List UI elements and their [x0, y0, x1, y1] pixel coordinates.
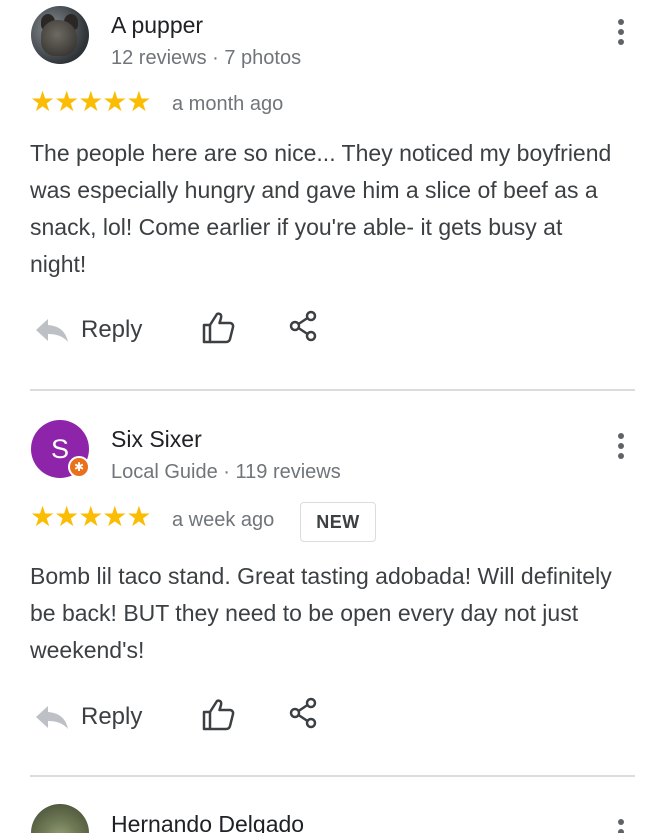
reviewer-name[interactable]: Hernando Delgado — [111, 811, 304, 833]
local-guide-star-icon: ✱ — [68, 456, 90, 478]
star-rating: ★★★★★ — [30, 86, 152, 117]
thumbs-up-icon[interactable] — [200, 697, 236, 733]
review-time: a month ago — [172, 93, 284, 115]
review-time: a week ago — [172, 509, 275, 531]
more-vert-icon[interactable] — [612, 16, 630, 48]
share-icon[interactable] — [288, 697, 320, 729]
reviewer-name[interactable]: A pupper — [111, 12, 203, 39]
reply-button[interactable]: Reply — [34, 312, 142, 348]
more-vert-icon[interactable] — [612, 430, 630, 462]
reply-label: Reply — [81, 316, 143, 343]
more-vert-icon[interactable] — [612, 816, 630, 833]
review-card: S ✱ Six Sixer Local Guide · 119 reviews … — [0, 390, 665, 775]
reviewer-meta: 12 reviews · 7 photos — [111, 47, 302, 69]
reviewer-meta: Local Guide · 119 reviews — [111, 461, 341, 483]
reply-arrow-icon — [36, 706, 68, 729]
avatar[interactable] — [31, 804, 89, 833]
avatar[interactable] — [31, 6, 89, 64]
new-badge: NEW — [300, 502, 376, 542]
reply-arrow-icon — [36, 319, 68, 342]
star-rating: ★★★★★ — [30, 501, 152, 532]
thumbs-up-icon[interactable] — [200, 310, 236, 346]
review-text: Bomb lil taco stand. Great tasting adoba… — [30, 563, 612, 663]
review-card: A pupper 12 reviews · 7 photos ★★★★★ a m… — [0, 0, 665, 390]
reviewer-name[interactable]: Six Sixer — [111, 426, 202, 453]
reply-label: Reply — [81, 703, 143, 730]
review-text: The people here are so nice... They noti… — [30, 140, 612, 277]
reply-button[interactable]: Reply — [34, 699, 142, 735]
review-card: Hernando Delgado — [0, 776, 665, 833]
avatar[interactable]: S ✱ — [31, 420, 90, 478]
share-icon[interactable] — [288, 310, 320, 342]
